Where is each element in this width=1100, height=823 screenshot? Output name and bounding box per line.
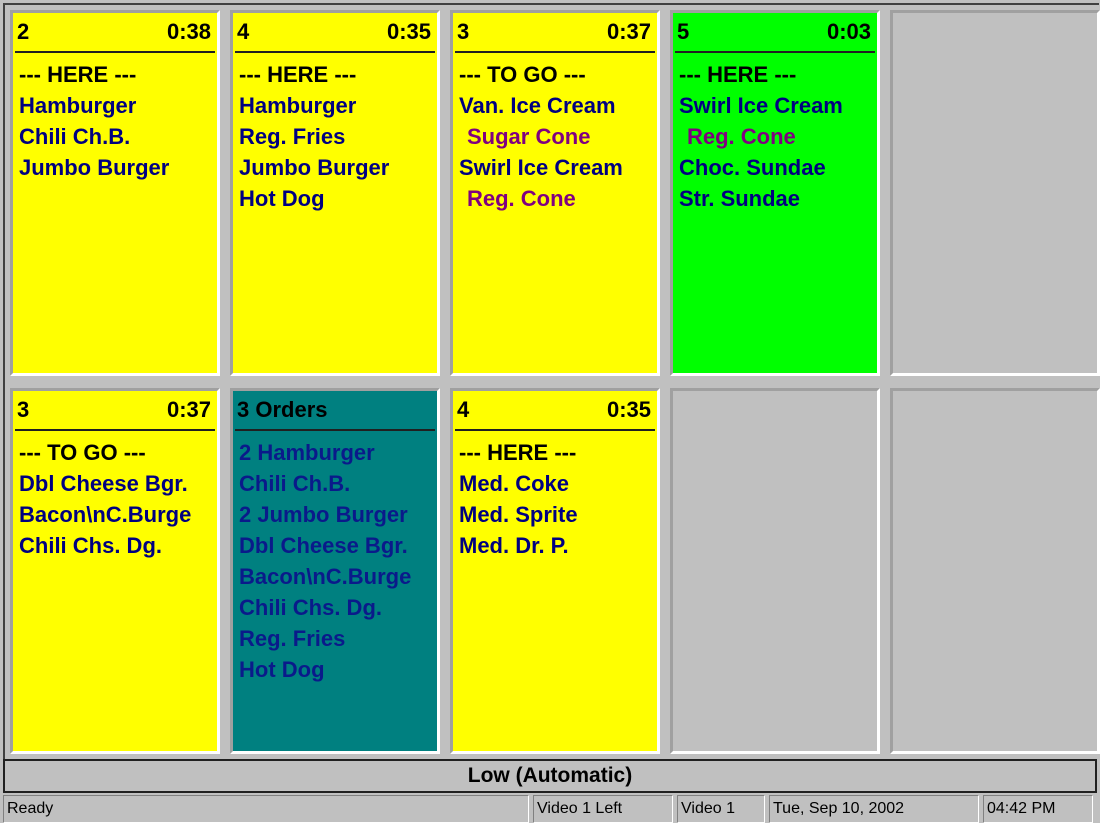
order-type-label: --- HERE ---: [239, 62, 357, 87]
order-items: --- HERE --- Swirl Ice Cream Reg. Cone Choc…: [673, 53, 877, 214]
status-message: Ready: [3, 795, 529, 823]
item-modifier: Sugar Cone: [467, 124, 591, 149]
status-bar: Ready Video 1 Left Video 1 Tue, Sep 10, …: [3, 795, 1097, 823]
order-item: Reg. Fries: [239, 124, 346, 149]
item-modifier: Reg. Cone: [687, 124, 796, 149]
order-number: 3: [457, 19, 470, 44]
order-item: Reg. Fries: [239, 626, 346, 651]
elapsed-time: 0:35: [606, 397, 651, 422]
elapsed-time: 0:03: [826, 19, 871, 44]
empty-slot: [890, 388, 1100, 754]
order-number: 3 Orders: [237, 397, 328, 422]
order-number: 3: [17, 397, 30, 422]
card-header: 3 0:37: [15, 391, 215, 431]
order-item: Hot Dog: [239, 186, 325, 211]
order-number: 2: [17, 19, 30, 44]
elapsed-time: 0:35: [386, 19, 431, 44]
order-grid: 2 0:38 --- HERE --- Hamburger Chili Ch.B. Jum…: [3, 3, 1100, 759]
order-item: Chili Chs. Dg.: [239, 595, 382, 620]
order-item: Choc. Sundae: [679, 155, 826, 180]
mode-bar[interactable]: Low (Automatic): [3, 759, 1097, 793]
order-card[interactable]: 5 0:03 --- HERE --- Swirl Ice Cream Reg. Con…: [670, 10, 880, 376]
order-items: --- HERE --- Med. Coke Med. Sprite Med. Dr.…: [453, 431, 657, 561]
order-item: Med. Dr. P.: [459, 533, 569, 558]
order-item: Dbl Cheese Bgr.: [19, 471, 188, 496]
order-item: Bacon\nC.Burge: [239, 564, 412, 589]
card-header: 5 0:03: [675, 13, 875, 53]
order-type-label: --- HERE ---: [459, 440, 577, 465]
status-date: Tue, Sep 10, 2002: [769, 795, 979, 823]
elapsed-time: 0:38: [166, 19, 211, 44]
card-header: 3 Orders: [235, 391, 435, 431]
order-item: 2 Hamburger: [239, 440, 375, 465]
order-item: Chili Chs. Dg.: [19, 533, 162, 558]
order-items: 2 Hamburger Chili Ch.B. 2 Jumbo Burger Dbl …: [233, 431, 437, 685]
order-item: Chili Ch.B.: [239, 471, 351, 496]
order-card[interactable]: 4 0:35 --- HERE --- Hamburger Reg. Fries Jumb…: [230, 10, 440, 376]
order-item: Van. Ice Cream: [459, 93, 616, 118]
order-item: Med. Coke: [459, 471, 570, 496]
order-item: Chili Ch.B.: [19, 124, 131, 149]
order-item: Bacon\nC.Burge: [19, 502, 192, 527]
order-items: --- HERE --- Hamburger Reg. Fries Jumbo Bur…: [233, 53, 437, 214]
order-item: Hamburger: [19, 93, 137, 118]
order-item: Jumbo Burger: [239, 155, 390, 180]
order-card[interactable]: 3 Orders 2 Hamburger Chili Ch.B. 2 Jumbo Bu…: [230, 388, 440, 754]
order-card[interactable]: 3 0:37 --- TO GO --- Dbl Cheese Bgr. Bacon\n…: [10, 388, 220, 754]
order-item: Hot Dog: [239, 657, 325, 682]
order-items: --- TO GO --- Van. Ice Cream Sugar Cone Swi…: [453, 53, 657, 214]
order-item: Str. Sundae: [679, 186, 801, 211]
elapsed-time: 0:37: [166, 397, 211, 422]
order-type-label: --- TO GO ---: [459, 62, 586, 87]
empty-slot: [670, 388, 880, 754]
order-items: --- HERE --- Hamburger Chili Ch.B. Jumbo Bu…: [13, 53, 217, 183]
order-item: Hamburger: [239, 93, 357, 118]
order-type-label: --- TO GO ---: [19, 440, 146, 465]
item-modifier: Reg. Cone: [467, 186, 576, 211]
order-item: Swirl Ice Cream: [679, 93, 843, 118]
order-item: Med. Sprite: [459, 502, 578, 527]
elapsed-time: 0:37: [606, 19, 651, 44]
order-card[interactable]: 4 0:35 --- HERE --- Med. Coke Med. Sprite Med…: [450, 388, 660, 754]
order-item: Swirl Ice Cream: [459, 155, 623, 180]
order-card[interactable]: 2 0:38 --- HERE --- Hamburger Chili Ch.B. Jum…: [10, 10, 220, 376]
order-item: 2 Jumbo Burger: [239, 502, 408, 527]
order-item: Dbl Cheese Bgr.: [239, 533, 408, 558]
order-type-label: --- HERE ---: [19, 62, 137, 87]
card-header: 2 0:38: [15, 13, 215, 53]
card-header: 4 0:35: [235, 13, 435, 53]
order-number: 4: [457, 397, 470, 422]
order-number: 4: [237, 19, 250, 44]
order-type-label: --- HERE ---: [679, 62, 797, 87]
order-number: 5: [677, 19, 690, 44]
order-item: Jumbo Burger: [19, 155, 170, 180]
order-items: --- TO GO --- Dbl Cheese Bgr. Bacon\nC.Bur…: [13, 431, 217, 561]
card-header: 4 0:35: [455, 391, 655, 431]
status-video: Video 1: [677, 795, 765, 823]
order-card[interactable]: 3 0:37 --- TO GO --- Van. Ice Cream Sugar Co…: [450, 10, 660, 376]
status-time: 04:42 PM: [983, 795, 1093, 823]
status-video-side: Video 1 Left: [533, 795, 673, 823]
empty-slot: [890, 10, 1100, 376]
card-header: 3 0:37: [455, 13, 655, 53]
